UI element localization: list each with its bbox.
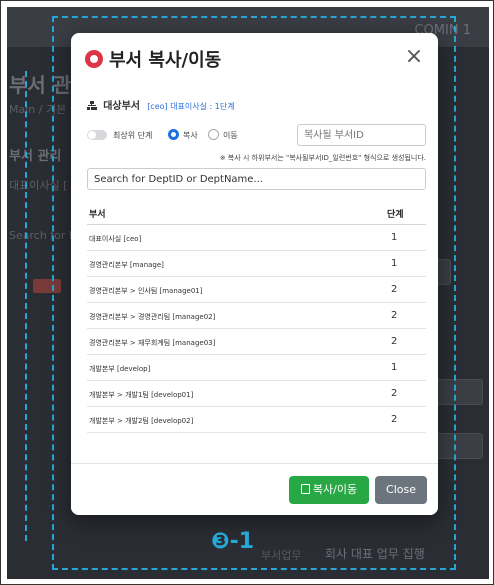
dept-table-body: 대표이사실 [ceo] 1 경영관리본부 [manage] 1 경영관리본부 > 인… — [87, 225, 426, 433]
move-radio-label: 이동 — [223, 131, 238, 140]
scroll-fade — [71, 429, 438, 459]
dept-name: 경영관리본부 > 인사팀 [manage01] — [89, 287, 203, 295]
dept-table-header: 부서 단계 — [87, 201, 426, 225]
background-section-label: 부서 관리 — [9, 149, 62, 164]
copy-move-button-label: 복사/이동 — [312, 483, 358, 496]
dept-name: 개발본부 > 개발1팀 [develop01] — [89, 391, 194, 399]
dept-name: 개발본부 > 개발2팀 [develop02] — [89, 417, 194, 425]
table-row[interactable]: 개발본부 [develop] 1 — [87, 355, 426, 381]
table-row[interactable]: 대표이사실 [ceo] 1 — [87, 225, 426, 251]
dept-level: 2 — [391, 284, 398, 295]
table-row[interactable]: 경영관리본부 > 경영관리팀 [manage02] 2 — [87, 303, 426, 329]
column-level: 단계 — [387, 210, 404, 220]
copy-radio-label: 복사 — [183, 131, 198, 140]
background-footer-label: 부서업무 — [261, 549, 302, 562]
top-level-toggle[interactable] — [87, 130, 107, 140]
record-icon — [85, 50, 103, 68]
annotation-step-badge: ❸-1 — [211, 529, 255, 554]
dept-level: 2 — [391, 336, 398, 347]
dept-level: 1 — [391, 232, 398, 243]
copy-radio[interactable] — [168, 129, 179, 140]
copy-move-modal: 부서 복사/이동 × 대상부서 [ceo] 대표이사실 : 1단계 최상위 단계… — [71, 33, 438, 515]
modal-footer: 복사/이동 Close — [71, 463, 438, 515]
table-row[interactable]: 경영관리본부 > 인사팀 [manage01] 2 — [87, 277, 426, 303]
dept-level: 1 — [391, 258, 398, 269]
table-row[interactable]: 경영관리본부 > 재무회계팀 [manage03] 2 — [87, 329, 426, 355]
copy-note: ※ 복사 시 하위부서는 "복사될부서ID_일련번호" 형식으로 생성됩니다. — [219, 154, 426, 162]
move-radio[interactable] — [208, 129, 219, 140]
close-button[interactable]: Close — [375, 476, 427, 504]
target-label: 대상부서 — [103, 101, 140, 112]
background-red-button — [33, 279, 61, 293]
dept-level: 1 — [391, 362, 398, 373]
destination-dept-id-input[interactable] — [297, 124, 426, 146]
dept-name: 경영관리본부 > 재무회계팀 [manage03] — [89, 339, 216, 347]
dept-level: 2 — [391, 388, 398, 399]
background-search-label: Search for D — [9, 229, 78, 242]
table-row[interactable]: 개발본부 > 개발1팀 [develop01] 2 — [87, 381, 426, 407]
copy-icon — [300, 484, 310, 494]
dept-level: 2 — [391, 414, 398, 425]
background-side-label: 대표이사실 [ — [9, 179, 68, 192]
dept-name: 경영관리본부 > 경영관리팀 [manage02] — [89, 313, 216, 321]
column-dept: 부서 — [89, 210, 106, 220]
close-icon[interactable]: × — [402, 46, 426, 70]
dept-name: 개발본부 [develop] — [89, 365, 151, 373]
table-row[interactable]: 경영관리본부 [manage] 1 — [87, 251, 426, 277]
target-value: [ceo] 대표이사실 : 1단계 — [147, 102, 235, 111]
modal-header: 부서 복사/이동 × — [71, 33, 438, 87]
dept-name: 대표이사실 [ceo] — [89, 235, 142, 243]
dept-search-input[interactable] — [87, 168, 426, 190]
dept-name: 경영관리본부 [manage] — [89, 261, 164, 269]
background-footer-value: 회사 대표 업무 집행 — [325, 547, 425, 561]
copy-move-button[interactable]: 복사/이동 — [289, 476, 369, 504]
dept-level: 2 — [391, 310, 398, 321]
screenshot-stage: COMIN 1 부서 관리 Main / 기본 설정 부서 관리 대표이사실 [… — [0, 0, 494, 585]
modal-title: 부서 복사/이동 — [109, 50, 222, 71]
target-department: 대상부서 [ceo] 대표이사실 : 1단계 — [87, 97, 235, 112]
top-level-label: 최상위 단계 — [113, 131, 153, 140]
sitemap-icon — [87, 101, 97, 110]
